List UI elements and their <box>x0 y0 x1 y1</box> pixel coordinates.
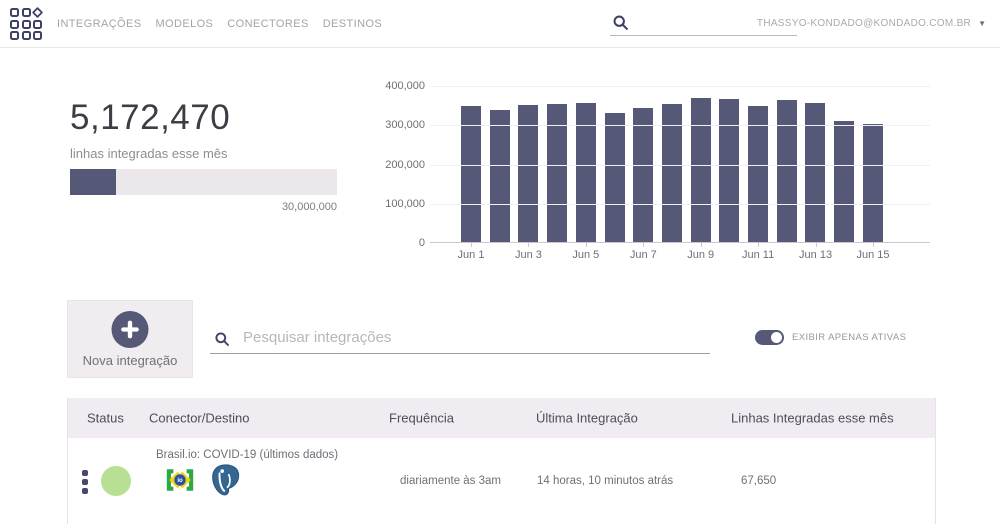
x-tick-label: Jun 3 <box>514 249 542 261</box>
chart-bar-jun-5 <box>575 103 596 242</box>
nav-item-modelos[interactable]: MODELOS <box>155 18 213 30</box>
kpi-lines-value: 5,172,470 <box>70 98 231 137</box>
logo-cell <box>33 31 42 40</box>
brasil-io-icon: io <box>166 469 194 491</box>
x-tick-mark <box>528 243 530 247</box>
x-tick-label: Jun 1 <box>457 249 485 261</box>
row-menu-kebab-icon[interactable] <box>80 468 90 496</box>
chart-bar-jun-14 <box>834 120 855 242</box>
chart-bar-jun-15 <box>862 123 883 242</box>
gridline <box>430 203 930 205</box>
status-badge <box>101 466 131 496</box>
chart-bar-jun-7 <box>633 107 654 242</box>
x-tick-label: Jun 9 <box>687 249 715 261</box>
chart-bar-jun-9 <box>690 98 711 242</box>
x-tick-label: Jun 7 <box>629 249 657 261</box>
daily-lines-chart: 400,000 300,000 200,000 100,000 0 Jun 1 Jun 3… <box>385 80 933 264</box>
dashboard-page: INTEGRAÇÕES MODELOS CONECTORES DESTINOS … <box>0 0 1000 524</box>
col-header-frequency: Frequência <box>389 410 455 426</box>
x-tick-label: Jun 13 <box>799 249 833 261</box>
col-header-status: Status <box>87 410 124 426</box>
toggle-knob <box>771 332 782 343</box>
logo-cell <box>21 19 31 29</box>
nav-item-destinos[interactable]: DESTINOS <box>323 18 382 30</box>
top-bar: INTEGRAÇÕES MODELOS CONECTORES DESTINOS … <box>0 0 1000 48</box>
y-tick-label: 400,000 <box>385 80 425 92</box>
y-tick-label: 200,000 <box>385 158 425 171</box>
chart-bar-jun-13 <box>805 103 826 242</box>
search-icon <box>215 332 229 346</box>
chevron-down-icon: ▼ <box>978 19 986 28</box>
x-tick-mark <box>643 243 645 247</box>
chart-plot <box>430 86 930 243</box>
y-tick-label: 100,000 <box>385 197 425 210</box>
active-only-toggle[interactable] <box>755 330 784 345</box>
col-header-lines: Linhas Integradas esse mês <box>731 410 894 426</box>
user-menu[interactable]: THASSYO-KONDADO@KONDADO.COM.BR ▼ <box>757 0 986 47</box>
new-integration-label: Nova integração <box>82 353 178 368</box>
svg-text:io: io <box>177 478 183 484</box>
logo-cell <box>21 8 31 17</box>
nav-item-conectores[interactable]: CONECTORES <box>227 18 308 30</box>
nav-item-integracoes[interactable]: INTEGRAÇÕES <box>57 18 141 30</box>
x-tick-mark <box>471 243 472 247</box>
kpi-progress-max: 30,000,000 <box>281 201 337 213</box>
integration-title: Brasil.io: COVID-19 (últimos dados) <box>156 449 339 461</box>
new-integration-button[interactable]: Nova integração <box>67 300 193 378</box>
logo-cell-diamond <box>31 6 44 19</box>
kpi-progress-bar <box>70 169 337 195</box>
postgresql-icon <box>212 464 240 496</box>
chart-x-axis: Jun 1 Jun 3 Jun 5 Jun 7 Jun 9 Jun 11 Jun 13 Jun… <box>430 243 930 264</box>
chart-bar-jun-6 <box>604 113 625 242</box>
table-row: Brasil.io: COVID-19 (últimos dados) io d… <box>68 438 935 524</box>
col-header-connector: Conector/Destino <box>149 410 250 426</box>
col-header-last-integration: Última Integração <box>536 410 638 426</box>
chart-bars <box>461 85 883 242</box>
cell-lines-this-month: 67,650 <box>741 475 777 487</box>
logo-cell <box>21 31 31 40</box>
kondado-logo-icon[interactable] <box>10 6 44 42</box>
x-tick-mark <box>872 243 874 247</box>
x-tick-mark <box>585 243 587 247</box>
integrations-search-input[interactable] <box>243 324 703 350</box>
kpi-progress-fill <box>70 169 116 195</box>
logo-cell <box>10 31 19 40</box>
integrations-search <box>210 322 710 354</box>
cell-last-integration: 14 horas, 10 minutos atrás <box>537 475 674 487</box>
user-email: THASSYO-KONDADO@KONDADO.COM.BR <box>756 18 972 29</box>
search-icon <box>613 15 628 30</box>
chart-y-axis: 400,000 300,000 200,000 100,000 0 <box>385 80 425 249</box>
x-tick-label: Jun 5 <box>572 249 600 261</box>
active-only-toggle-label: EXIBIR APENAS ATIVAS <box>792 332 907 343</box>
x-tick-mark <box>700 243 702 247</box>
table-header-row: Status Conector/Destino Frequência Últim… <box>68 398 935 438</box>
y-tick-label: 300,000 <box>385 119 425 132</box>
x-tick-mark <box>815 243 817 247</box>
main-nav: INTEGRAÇÕES MODELOS CONECTORES DESTINOS <box>57 0 382 47</box>
y-tick-label: 0 <box>418 237 425 249</box>
kpi-lines-label: linhas integradas esse mês <box>70 146 228 161</box>
chart-bar-jun-2 <box>489 110 510 242</box>
plus-icon <box>111 311 149 348</box>
x-tick-mark <box>758 243 760 247</box>
logo-cell <box>10 8 19 17</box>
integrations-table: Status Conector/Destino Frequência Últim… <box>67 398 936 524</box>
gridline <box>430 164 930 166</box>
x-tick-label: Jun 15 <box>856 249 890 261</box>
gridline <box>430 125 930 127</box>
logo-cell <box>10 19 19 29</box>
logo-cell <box>33 19 42 29</box>
cell-frequency: diariamente às 3am <box>400 475 501 487</box>
chart-bar-jun-10 <box>719 99 740 242</box>
gridline <box>430 86 930 87</box>
x-tick-label: Jun 11 <box>742 249 775 261</box>
chart-bar-jun-12 <box>776 99 797 242</box>
